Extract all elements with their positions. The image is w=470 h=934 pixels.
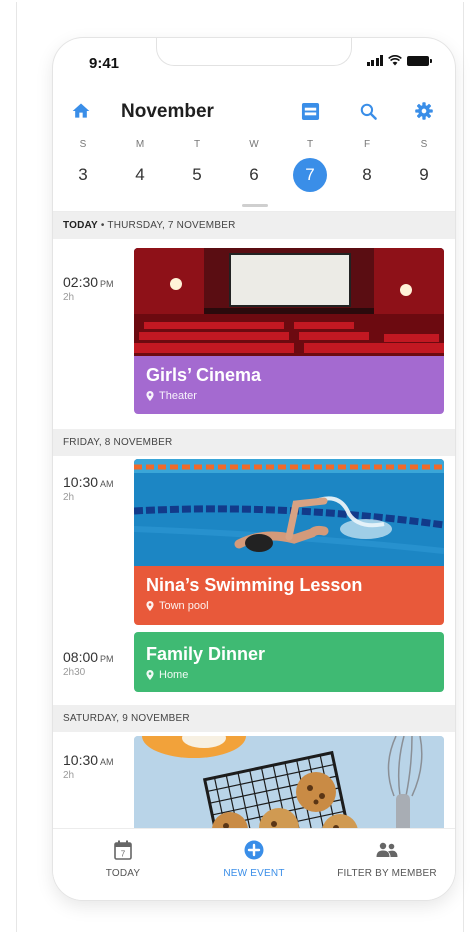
day-date: 9 <box>419 165 429 184</box>
day-name: T <box>306 139 314 150</box>
calendar-today-icon: 7 <box>112 839 134 861</box>
day-name: F <box>363 139 371 150</box>
section-prefix: TODAY <box>63 220 98 231</box>
event-card[interactable]: Family Dinner Home <box>134 632 444 692</box>
day-cell[interactable]: F 8 <box>347 138 387 192</box>
home-icon[interactable] <box>70 100 92 122</box>
nav-today-label: TODAY <box>105 868 141 879</box>
event-time: 02:30 PM <box>63 274 114 290</box>
day-date: 5 <box>192 165 202 184</box>
nav-today[interactable]: 7 TODAY <box>103 839 143 879</box>
section-header: FRIDAY, 8 NOVEMBER <box>53 429 455 456</box>
battery-icon <box>407 55 432 66</box>
nav-new-event-label: NEW EVENT <box>223 868 285 879</box>
people-icon <box>376 839 398 861</box>
drag-handle[interactable] <box>242 204 268 207</box>
day-date: 7 <box>293 158 327 192</box>
nav-filter-label: FILTER BY MEMBER <box>337 868 437 879</box>
phone-screen: 9:41 November S 3 M 4 T 5 W 6 T 7 F 8 S … <box>53 38 455 900</box>
event-duration: 2h <box>63 492 75 503</box>
event-info: Nina’s Swimming Lesson Town pool <box>134 566 444 612</box>
section-date: THURSDAY, 7 NOVEMBER <box>107 220 236 231</box>
section-separator: • <box>97 220 108 231</box>
calendar-view-icon[interactable] <box>299 100 321 122</box>
section-header: SATURDAY, 9 NOVEMBER <box>53 705 455 732</box>
svg-text:7: 7 <box>121 850 126 859</box>
day-cell[interactable]: M 4 <box>120 138 160 192</box>
day-date: 3 <box>78 165 88 184</box>
event-title: Girls’ Cinema <box>146 365 262 385</box>
month-title[interactable]: November <box>121 101 214 123</box>
day-cell[interactable]: T 5 <box>177 138 217 192</box>
event-row: 02:30 PM 2h Girls’ Cinema Theater <box>53 239 455 429</box>
event-location: Theater <box>146 390 432 402</box>
cinema-image <box>134 248 444 356</box>
week-strip: S 3 M 4 T 5 W 6 T 7 F 8 S 9 <box>53 138 455 198</box>
event-time: 10:30 AM <box>63 752 114 768</box>
signal-icon <box>366 55 383 66</box>
device-notch <box>156 38 352 66</box>
nav-filter-by-member[interactable]: FILTER BY MEMBER <box>333 839 441 879</box>
event-time: 08:00 PM <box>63 649 114 665</box>
event-duration: 2h <box>63 292 75 303</box>
location-pin-icon <box>146 391 154 401</box>
day-date: 6 <box>249 165 259 184</box>
event-card[interactable]: Girls’ Cinema Theater <box>134 248 444 414</box>
system-icons <box>366 55 432 66</box>
event-location: Town pool <box>146 600 432 612</box>
app-header: November <box>53 94 455 130</box>
add-circle-icon <box>243 839 265 861</box>
section-date: FRIDAY, 8 NOVEMBER <box>63 437 173 448</box>
pool-image <box>134 459 444 566</box>
day-name: T <box>193 139 201 150</box>
location-pin-icon <box>146 670 154 680</box>
day-name: W <box>249 139 259 150</box>
section-header: TODAY • THURSDAY, 7 NOVEMBER <box>53 212 455 239</box>
gear-icon[interactable] <box>413 100 435 122</box>
event-info: Family Dinner Home <box>134 632 444 681</box>
wifi-icon <box>388 55 402 66</box>
section-date: SATURDAY, 9 NOVEMBER <box>63 713 190 724</box>
day-date: 8 <box>362 165 372 184</box>
agenda-list[interactable]: TODAY • THURSDAY, 7 NOVEMBER 02:30PM 2h <box>53 211 455 828</box>
event-card[interactable]: Nina’s Swimming Lesson Town pool <box>134 459 444 625</box>
day-cell[interactable]: S 3 <box>63 138 103 192</box>
cookies-image <box>134 736 444 828</box>
day-name: M <box>135 139 145 150</box>
event-card[interactable] <box>134 736 444 828</box>
event-row-group: 10:30 AM 2h Nina’s Swimming Lesson Town … <box>53 456 455 705</box>
search-icon[interactable] <box>357 100 379 122</box>
event-title: Family Dinner <box>146 644 266 664</box>
event-info: Girls’ Cinema Theater <box>134 356 444 402</box>
day-cell-selected[interactable]: T 7 <box>290 138 330 192</box>
event-row: 10:30 AM 2h <box>53 732 455 828</box>
event-time: 10:30 AM <box>63 474 114 490</box>
day-cell[interactable]: S 9 <box>404 138 444 192</box>
day-date: 4 <box>135 165 145 184</box>
nav-new-event[interactable]: NEW EVENT <box>217 839 291 879</box>
event-duration: 2h30 <box>63 667 86 678</box>
location-pin-icon <box>146 601 154 611</box>
status-bar: 9:41 <box>53 38 455 82</box>
event-duration: 2h <box>63 770 75 781</box>
day-cell[interactable]: W 6 <box>234 138 274 192</box>
day-name: S <box>420 139 428 150</box>
day-name: S <box>79 139 87 150</box>
bottom-navigation: 7 TODAY NEW EVENT FILTER BY MEMBER <box>53 828 455 900</box>
status-time: 9:41 <box>89 55 120 72</box>
event-location: Home <box>146 669 432 681</box>
event-title: Nina’s Swimming Lesson <box>146 575 363 595</box>
